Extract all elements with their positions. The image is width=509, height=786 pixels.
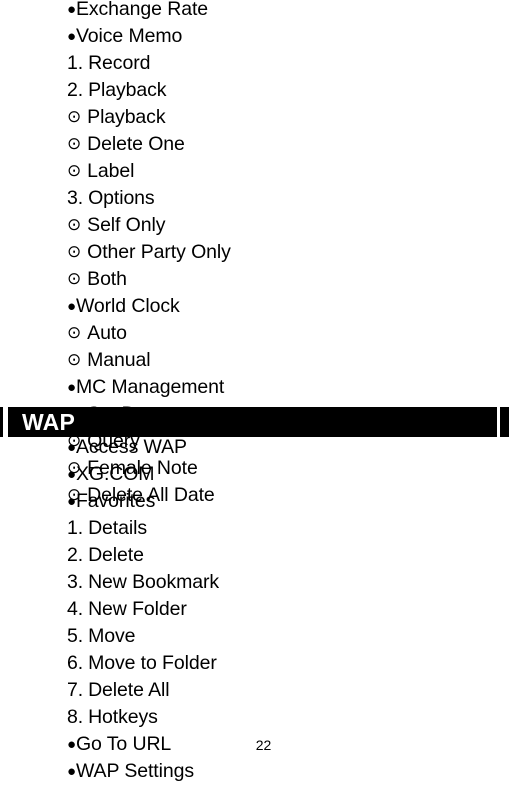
header-bar-body xyxy=(8,407,497,437)
menu-item: 3. Options xyxy=(0,185,509,212)
menu-item: 2. Delete xyxy=(0,542,509,569)
menu-item-label: Exchange Rate xyxy=(75,0,209,20)
page-number-value: 22 xyxy=(255,737,272,753)
menu-item: ●Exchange Rate xyxy=(0,0,509,23)
menu-item: ●XG.COM xyxy=(0,461,509,488)
menu-item: ⊙ Delete One xyxy=(0,131,509,158)
list-number: 2. xyxy=(67,544,84,566)
list-number: 6. xyxy=(67,652,84,674)
menu-item: ●WAP Settings xyxy=(0,758,509,785)
radio-dot-icon: ⊙ xyxy=(67,323,82,342)
bullet-icon: ● xyxy=(67,493,76,510)
menu-item: ●MC Management xyxy=(0,374,509,401)
list-number: 2. xyxy=(67,79,84,101)
list-number: 1. xyxy=(67,517,84,539)
menu-item: ⊙ Manual xyxy=(0,347,509,374)
menu-item-label: Voice Memo xyxy=(75,25,183,47)
menu-item-label: Favorites xyxy=(75,490,156,512)
radio-dot-icon: ⊙ xyxy=(67,269,82,288)
menu-item-label: New Bookmark xyxy=(88,571,220,593)
bullet-icon: ● xyxy=(67,298,76,315)
list-number: 8. xyxy=(67,706,84,728)
bullet-icon: ● xyxy=(67,28,76,45)
menu-item: ⊙ Both xyxy=(0,266,509,293)
menu-item: ●Access WAP xyxy=(0,434,509,461)
menu-item: 4. New Folder xyxy=(0,596,509,623)
radio-dot-icon: ⊙ xyxy=(67,134,82,153)
menu-item: 7. Delete All xyxy=(0,677,509,704)
radio-dot-icon: ⊙ xyxy=(67,107,82,126)
menu-item: 1. Details xyxy=(0,515,509,542)
menu-item-label: Delete xyxy=(88,544,144,566)
menu-item: ●World Clock xyxy=(0,293,509,320)
menu-item-label: Details xyxy=(88,517,147,539)
menu-item-label: Move to Folder xyxy=(88,652,217,674)
menu-item-label: Label xyxy=(87,160,135,182)
radio-dot-icon: ⊙ xyxy=(67,350,82,369)
menu-item: ●Favorites xyxy=(0,488,509,515)
menu-item-label: Self Only xyxy=(87,214,166,236)
menu-item: ●Voice Memo xyxy=(0,23,509,50)
menu-item-label: Delete One xyxy=(87,133,185,155)
menu-item-label: Both xyxy=(87,268,127,290)
section-title-wap: WAP xyxy=(22,409,75,435)
menu-item: ⊙ Auto xyxy=(0,320,509,347)
menu-item-label: World Clock xyxy=(75,295,180,317)
menu-item-label: Delete All xyxy=(88,679,170,701)
list-number: 5. xyxy=(67,625,84,647)
menu-item: 3. New Bookmark xyxy=(0,569,509,596)
page-number: 22 xyxy=(0,736,509,754)
bullet-icon: ● xyxy=(67,1,76,18)
list-number: 1. xyxy=(67,52,84,74)
menu-item-label: New Folder xyxy=(88,598,187,620)
radio-dot-icon: ⊙ xyxy=(67,161,82,180)
bullet-icon: ● xyxy=(67,763,76,780)
header-bar-right-cap xyxy=(500,407,509,437)
menu-item: ⊙ Label xyxy=(0,158,509,185)
radio-dot-icon: ⊙ xyxy=(67,242,82,261)
bullet-icon: ● xyxy=(67,439,76,456)
menu-item-label: Auto xyxy=(87,322,127,344)
bullet-icon: ● xyxy=(67,466,76,483)
menu-item: 6. Move to Folder xyxy=(0,650,509,677)
radio-dot-icon: ⊙ xyxy=(67,215,82,234)
menu-item: ⊙ Playback xyxy=(0,104,509,131)
section-header-bar-wap: WAP xyxy=(0,407,509,437)
menu-item-label: MC Management xyxy=(75,376,225,398)
menu-section-wap: ●Access WAP ●XG.COM ●Favorites 1. Details 2. D… xyxy=(0,434,509,785)
menu-item-label: Manual xyxy=(87,349,151,371)
menu-item: 2. Playback xyxy=(0,77,509,104)
menu-item-label: XG.COM xyxy=(75,463,155,485)
menu-item: 1. Record xyxy=(0,50,509,77)
menu-item: 5. Move xyxy=(0,623,509,650)
menu-item-label: Options xyxy=(88,187,155,209)
menu-item: ⊙ Other Party Only xyxy=(0,239,509,266)
menu-item: ⊙ Self Only xyxy=(0,212,509,239)
menu-item-label: Record xyxy=(88,52,151,74)
bullet-icon: ● xyxy=(67,379,76,396)
list-number: 3. xyxy=(67,187,84,209)
menu-item-label: WAP Settings xyxy=(75,760,194,782)
list-number: 7. xyxy=(67,679,84,701)
list-number: 4. xyxy=(67,598,84,620)
menu-item-label: Playback xyxy=(88,79,167,101)
menu-item-label: Playback xyxy=(87,106,166,128)
manual-page: ●Exchange Rate ●Voice Memo 1. Record 2. Playb… xyxy=(0,0,509,782)
header-bar-left-cap xyxy=(0,407,3,437)
menu-item-label: Access WAP xyxy=(75,436,187,458)
list-number: 3. xyxy=(67,571,84,593)
menu-item: 8. Hotkeys xyxy=(0,704,509,731)
menu-item-label: Other Party Only xyxy=(87,241,231,263)
menu-item-label: Hotkeys xyxy=(88,706,158,728)
menu-item-label: Move xyxy=(88,625,136,647)
